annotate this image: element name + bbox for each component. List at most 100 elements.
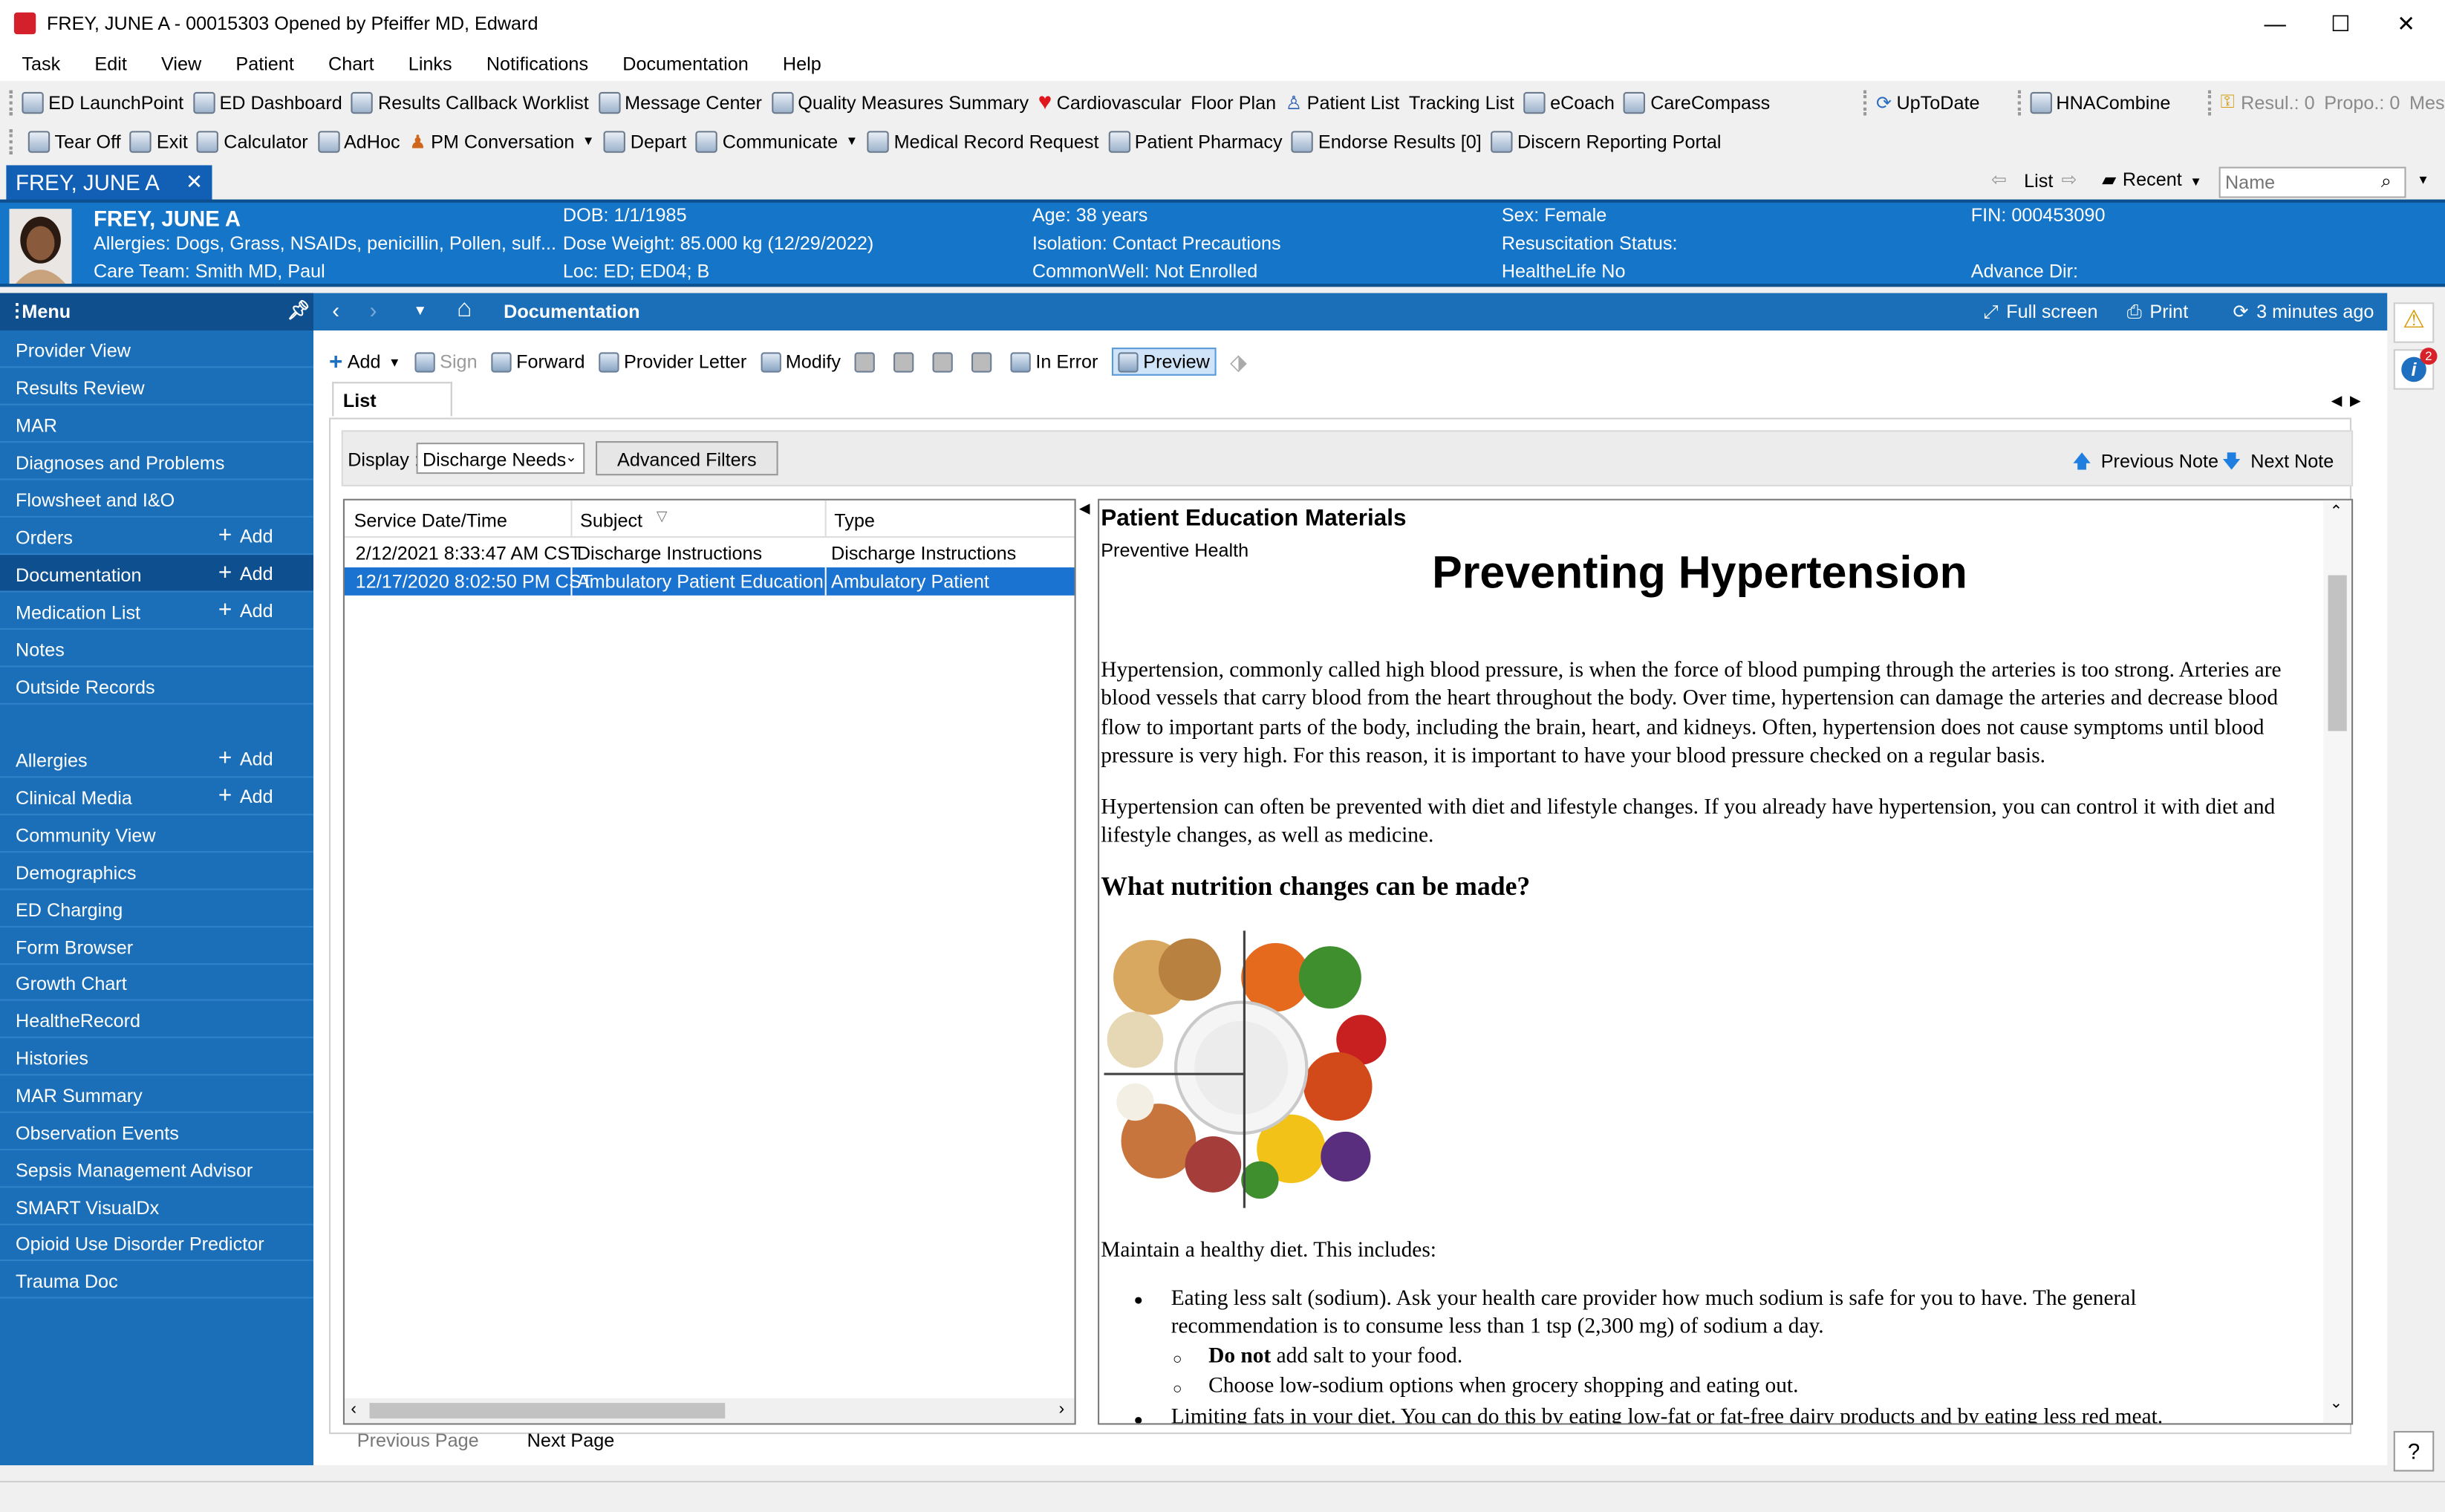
back-arrow-icon[interactable]: ‹ [332,298,339,323]
menu-help[interactable]: Help [761,53,834,74]
previous-note-button[interactable]: 🡅 Previous Note [2072,447,2218,480]
menu-task[interactable]: Task [0,53,73,74]
depart-button[interactable]: Depart [604,130,686,152]
in-error-button[interactable]: In Error [1010,351,1098,373]
nav-item-mar[interactable]: MAR [0,405,313,443]
message-center-button[interactable]: Message Center [598,91,762,114]
ed-launchpoint-button[interactable]: ED LaunchPoint [22,91,183,114]
nav-item-community-view[interactable]: Community View [0,815,313,853]
patient-pharmacy-button[interactable]: Patient Pharmacy [1108,130,1283,152]
endorse-results-button[interactable]: Endorse Results [0] [1292,130,1482,152]
thumbs-down-button[interactable] [893,351,919,372]
messages-count[interactable]: Messa.: 0 [2409,91,2445,113]
add-button[interactable]: + Add ▼ [329,348,401,375]
full-screen-button[interactable]: ⤢ Full screen [1984,301,2098,324]
hnacombine-button[interactable]: HNACombine [2029,91,2170,114]
nav-item-observation-events[interactable]: Observation Events [0,1113,313,1151]
recent-button[interactable]: ▰ Recent ▼ [2102,169,2202,190]
nav-item-opioid-predictor[interactable]: Opioid Use Disorder Predictor [0,1224,313,1262]
patient-search-input[interactable] [2218,166,2406,198]
nav-item-clinical-media[interactable]: Clinical Media + Add [0,778,313,815]
nav-item-histories[interactable]: Histories [0,1038,313,1076]
maximize-button[interactable]: ☐ [2305,0,2377,47]
back-arrow-icon[interactable]: ⇦ [1991,169,2007,190]
toolbar-grip[interactable] [2016,89,2021,115]
preview-button[interactable]: Preview [1112,348,1217,376]
pin-icon[interactable]: 📌︎ [287,299,310,321]
table-row[interactable]: 12/17/2020 8:02:50 PM CST Ambulatory Pat… [344,567,1075,614]
advanced-filters-button[interactable]: Advanced Filters [596,441,778,476]
forward-arrow-icon[interactable]: ⇨ [2062,169,2077,190]
nav-item-provider-view[interactable]: Provider View [0,330,313,368]
tracking-list-button[interactable]: Tracking List [1409,91,1514,113]
refresh-button[interactable]: ⟳ 3 minutes ago [2233,301,2374,322]
column-header-type[interactable]: Type [834,509,875,531]
display-select[interactable]: Discharge Needs ⌄ [416,443,585,475]
warning-icon[interactable]: ⚠ [2393,302,2435,343]
menu-chart[interactable]: Chart [307,53,387,74]
scroll-down-icon[interactable]: ⌄ [2330,1395,2343,1412]
nav-item-healtherecord[interactable]: HealtheRecord [0,1001,313,1038]
exit-button[interactable]: Exit [130,130,188,152]
toolbar-grip[interactable] [9,128,19,154]
heart-button[interactable] [932,351,958,372]
allergies[interactable]: Allergies: Dogs, Grass, NSAIDs, penicill… [94,232,556,254]
menu-edit[interactable]: Edit [73,53,140,74]
stop-button[interactable] [971,351,997,372]
help-button[interactable]: ? [2393,1430,2435,1472]
nav-item-mar-summary[interactable]: MAR Summary [0,1075,313,1113]
close-window-button[interactable]: ✕ [2370,0,2442,47]
medical-record-request-button[interactable]: Medical Record Request [867,130,1098,152]
previous-page-button[interactable]: Previous Page [357,1430,479,1451]
table-row[interactable]: 2/12/2021 8:33:47 AM CST Discharge Instr… [345,539,1075,567]
menu-patient[interactable]: Patient [214,53,307,74]
nav-item-flowsheet[interactable]: Flowsheet and I&O [0,480,313,518]
adhoc-button[interactable]: AdHoc [317,130,400,152]
cardiovascular-button[interactable]: ♥ Cardiovascular [1038,89,1182,116]
copy-button[interactable] [854,351,880,372]
ecoach-button[interactable]: eCoach [1523,91,1615,114]
menu-documentation[interactable]: Documentation [601,53,761,74]
forward-button[interactable]: Forward [491,351,585,373]
uptodate-button[interactable]: ⟳ UpToDate [1876,91,1979,113]
scroll-up-icon[interactable]: ⌃ [2330,504,2343,521]
nav-item-ed-charging[interactable]: ED Charging [0,890,313,928]
floor-plan-button[interactable]: Floor Plan [1191,91,1276,113]
communicate-button[interactable]: Communicate ▼ [696,130,858,152]
nav-item-results-review[interactable]: Results Review [0,368,313,405]
nav-item-notes[interactable]: Notes [0,630,313,668]
quality-measures-button[interactable]: Quality Measures Summary [771,91,1029,114]
menu-view[interactable]: View [140,53,214,74]
discern-reporting-button[interactable]: Discern Reporting Portal [1491,130,1722,152]
toolbar-grip[interactable] [1863,89,1867,115]
minimize-button[interactable]: — [2239,0,2311,47]
orders-add-button[interactable]: + Add [218,522,273,549]
nav-item-allergies[interactable]: Allergies + Add [0,740,313,778]
collapse-pane-icon[interactable]: ◀ [1079,501,1090,518]
close-icon[interactable]: ✕ [186,170,203,195]
care-team[interactable]: Care Team: Smith MD, Paul [94,261,325,282]
nav-item-growth-chart[interactable]: Growth Chart [0,963,313,1001]
nav-item-diagnoses[interactable]: Diagnoses and Problems [0,443,313,480]
calculator-button[interactable]: Calculator [197,130,308,152]
documentation-add-button[interactable]: + Add [218,560,273,587]
scroll-right-icon[interactable]: › [1059,1400,1065,1418]
nav-item-documentation[interactable]: Documentation + Add [0,555,313,593]
print-button[interactable]: ⎙ Print [2127,301,2189,324]
nav-item-trauma-doc[interactable]: Trauma Doc [0,1261,313,1299]
scrollbar-thumb[interactable] [369,1403,726,1419]
nav-item-form-browser[interactable]: Form Browser [0,928,313,965]
nav-item-smart-visualdx[interactable]: SMART VisualDx [0,1187,313,1225]
modify-button[interactable]: Modify [761,351,841,373]
tab-scroll-left-icon[interactable]: ◀ [2331,393,2343,410]
clinical-media-add-button[interactable]: + Add [218,783,273,809]
nav-item-outside-records[interactable]: Outside Records [0,667,313,705]
search-icon[interactable]: ⌕ [2381,170,2392,193]
tab-scroll-right-icon[interactable]: ▶ [2350,393,2361,410]
horizontal-scrollbar[interactable]: ‹ › [344,1398,1075,1424]
patient-list-button[interactable]: ♙ Patient List [1286,91,1400,113]
tab-list[interactable]: List [332,382,452,417]
forward-arrow-icon[interactable]: › [370,298,377,323]
info-button[interactable]: i 2 [2393,348,2438,390]
chevron-down-icon[interactable]: ▼ [413,302,427,318]
